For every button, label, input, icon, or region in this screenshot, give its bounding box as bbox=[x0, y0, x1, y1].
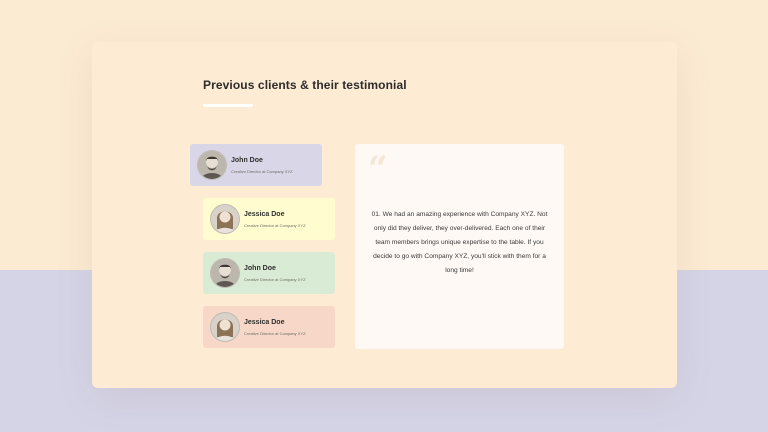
client-item-1[interactable]: John Doe Creative Director at Company XY… bbox=[190, 144, 322, 186]
man-avatar-icon bbox=[197, 150, 227, 180]
client-role: Creative Director at Company XYZ bbox=[231, 169, 293, 174]
testimonial-panel: “ 01. We had an amazing experience with … bbox=[355, 144, 564, 349]
client-role: Creative Director at Company XYZ bbox=[244, 331, 306, 336]
title-underline bbox=[203, 104, 253, 107]
woman-avatar-icon bbox=[210, 204, 240, 234]
testimonial-text: 01. We had an amazing experience with Co… bbox=[371, 211, 548, 274]
client-item-4[interactable]: Jessica Doe Creative Director at Company… bbox=[203, 306, 335, 348]
section-title: Previous clients & their testimonial bbox=[203, 78, 407, 92]
client-role: Creative Director at Company XYZ bbox=[244, 223, 306, 228]
client-name: John Doe bbox=[244, 265, 276, 272]
client-name: John Doe bbox=[231, 157, 263, 164]
client-name: Jessica Doe bbox=[244, 211, 285, 218]
woman-avatar-icon bbox=[210, 312, 240, 342]
quote-icon: “ bbox=[368, 149, 388, 189]
man-avatar-icon bbox=[210, 258, 240, 288]
client-name: Jessica Doe bbox=[244, 319, 285, 326]
client-item-3[interactable]: John Doe Creative Director at Company XY… bbox=[203, 252, 335, 294]
client-item-2[interactable]: Jessica Doe Creative Director at Company… bbox=[203, 198, 335, 240]
client-role: Creative Director at Company XYZ bbox=[244, 277, 306, 282]
